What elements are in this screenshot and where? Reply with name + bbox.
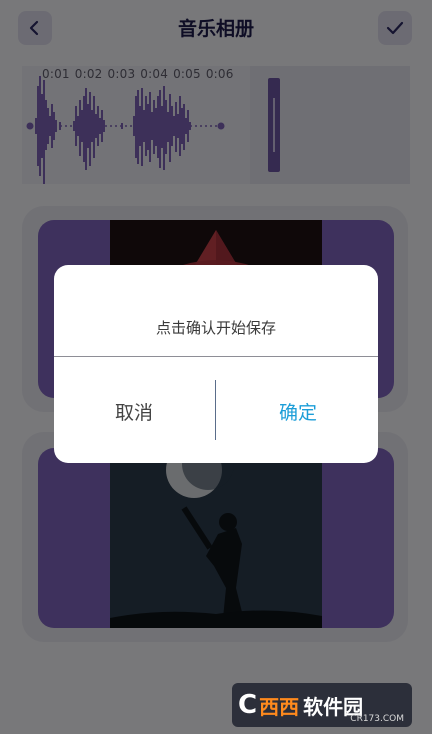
watermark-url: CR173.COM xyxy=(350,714,404,724)
watermark-mark: C xyxy=(238,690,258,720)
save-confirm-dialog: 点击确认开始保存 取消 确定 xyxy=(54,265,378,463)
dialog-message: 点击确认开始保存 xyxy=(155,319,276,337)
watermark-logo: C 西西 软件园 CR173.COM xyxy=(232,683,412,727)
cancel-button[interactable]: 取消 xyxy=(54,398,214,425)
dialog-button-divider xyxy=(215,380,216,440)
ok-button[interactable]: 确定 xyxy=(218,398,378,425)
dialog-divider xyxy=(54,356,378,357)
watermark-xi: 西西 xyxy=(259,694,300,719)
music-album-screen: 音乐相册 xyxy=(0,0,432,734)
